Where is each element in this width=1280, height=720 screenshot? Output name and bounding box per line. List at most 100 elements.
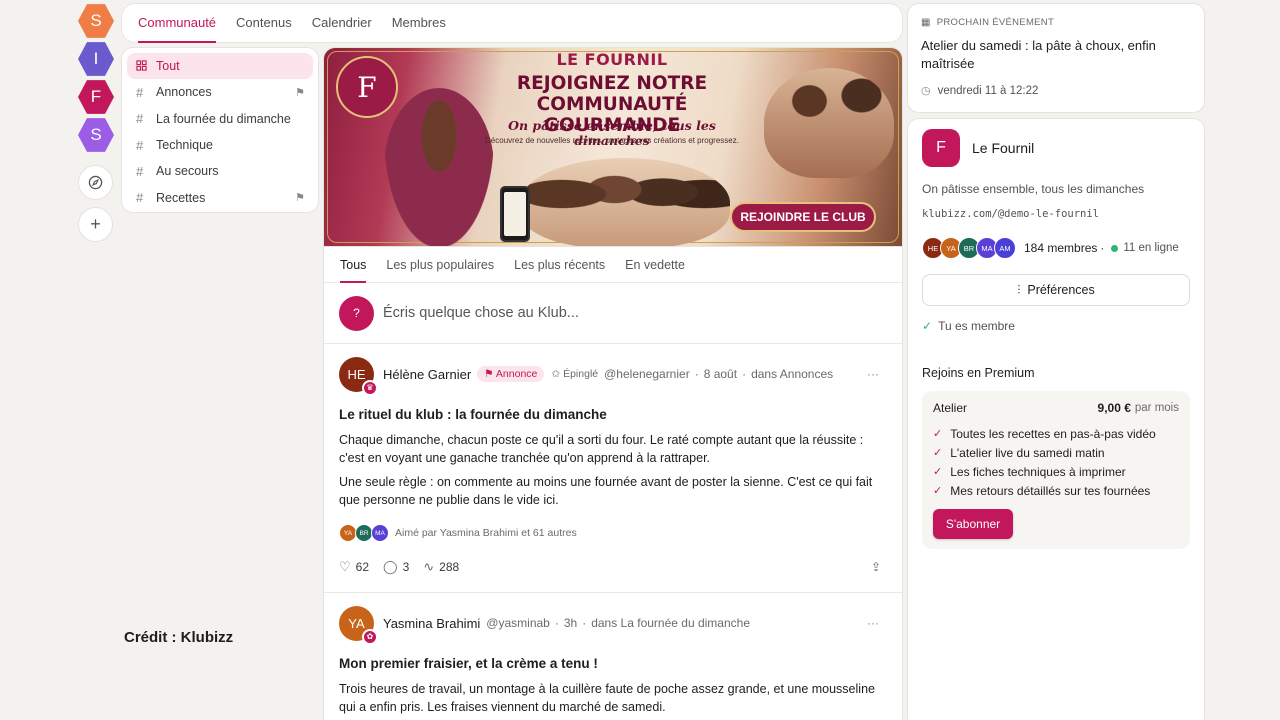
community-switch-s1[interactable]: S bbox=[78, 4, 114, 38]
check-icon: ✓ bbox=[933, 428, 943, 440]
member-count: 184 membres bbox=[1024, 241, 1098, 255]
check-icon: ✓ bbox=[933, 447, 943, 459]
community-switch-f[interactable]: F bbox=[78, 80, 114, 114]
plan-name: Atelier bbox=[933, 401, 968, 415]
subscribe-button[interactable]: S'abonner bbox=[933, 509, 1013, 539]
post-author[interactable]: Hélène Garnier bbox=[383, 367, 471, 382]
event-kicker: ▦ PROCHAIN ÉVÉNEMENT bbox=[921, 17, 1055, 28]
club-url[interactable]: klubizz.com/@demo-le-fournil bbox=[922, 208, 1190, 220]
post-card: YA ✿ Yasmina Brahimi @yasminab · 3h · da… bbox=[324, 593, 902, 716]
premium-heading: Rejoins en Premium bbox=[922, 366, 1035, 380]
feed-tab-tous[interactable]: Tous bbox=[340, 247, 367, 283]
banner-logo: F bbox=[336, 56, 398, 118]
channel-tout[interactable]: Tout bbox=[127, 53, 313, 80]
post-author[interactable]: Yasmina Brahimi bbox=[383, 616, 480, 631]
kitchen-illustration bbox=[764, 68, 894, 178]
channel-technique[interactable]: # Technique bbox=[127, 132, 313, 158]
community-switch-i[interactable]: I bbox=[78, 42, 114, 76]
post-channel[interactable]: dans La fournée du dimanche bbox=[591, 616, 750, 630]
post-date: 8 août bbox=[703, 367, 738, 381]
channel-fournee[interactable]: # La fournée du dimanche bbox=[127, 106, 313, 132]
premium-plan: Atelier 9,00 € par mois ✓ Toutes les rece… bbox=[922, 391, 1190, 549]
tab-communaute[interactable]: Communauté bbox=[138, 3, 217, 43]
add-community-button[interactable]: + bbox=[78, 207, 113, 242]
avatar[interactable]: YA ✿ bbox=[339, 605, 378, 645]
avatar-initials: YA bbox=[348, 615, 365, 631]
list-item: ✓ L'atelier live du samedi matin bbox=[933, 445, 1105, 460]
channel-au-secours[interactable]: # Au secours bbox=[127, 158, 313, 184]
post-composer[interactable]: ? Écris quelque chose au Klub... bbox=[324, 283, 902, 344]
check-icon: ✓ bbox=[933, 466, 943, 478]
share-icon[interactable]: ⇪ bbox=[871, 560, 881, 574]
sliders-icon: ⫶ bbox=[1017, 282, 1021, 297]
banner-brand: LE FOURNIL bbox=[556, 50, 668, 69]
post-channel[interactable]: dans Annonces bbox=[751, 367, 833, 381]
channel-annonces[interactable]: # Annonces ⚑ bbox=[127, 79, 313, 105]
clock-icon: ◷ bbox=[921, 85, 931, 97]
avatar[interactable]: HE ♛ bbox=[339, 356, 378, 396]
megaphone-icon: ⚑ bbox=[295, 192, 305, 205]
post-date: 3h bbox=[563, 616, 578, 630]
list-item: ✓ Les fiches techniques à imprimer bbox=[933, 464, 1126, 479]
likes-summary[interactable]: YA BR MA Aimé par Yasmina Brahimi et 61 … bbox=[339, 524, 887, 542]
preferences-button[interactable]: ⫶ Préférences bbox=[922, 274, 1190, 306]
star-icon: ✿ bbox=[362, 628, 378, 645]
hash-icon: # bbox=[136, 163, 144, 179]
avatar-initials: HE bbox=[347, 366, 366, 382]
post-handle: @yasminab bbox=[486, 616, 550, 630]
join-club-button[interactable]: REJOINDRE LE CLUB bbox=[730, 202, 876, 232]
activity-icon: ∿ bbox=[423, 559, 435, 574]
plan-header: Atelier 9,00 € par mois bbox=[933, 401, 1179, 415]
channel-label: Tout bbox=[156, 59, 180, 74]
tab-membres[interactable]: Membres bbox=[392, 3, 446, 43]
club-name: Le Fournil bbox=[972, 140, 1035, 156]
post-paragraph: Chaque dimanche, chacun poste ce qu'il a… bbox=[339, 433, 864, 465]
event-title: Atelier du samedi : la pâte à choux, enf… bbox=[921, 38, 1156, 71]
banner-subtext: Découvrez de nouvelles recettes, partage… bbox=[485, 136, 739, 145]
announcement-badge: ⚑ Annonce bbox=[477, 366, 545, 382]
event-time: ◷ vendredi 11 à 12:22 bbox=[921, 84, 1039, 98]
hash-icon: # bbox=[136, 137, 144, 153]
separator: · bbox=[694, 367, 699, 381]
plan-price: 9,00 € bbox=[1097, 401, 1131, 415]
channel-recettes[interactable]: # Recettes ⚑ bbox=[127, 184, 313, 210]
explore-button[interactable] bbox=[78, 165, 113, 200]
post-handle: @helenegarnier bbox=[604, 367, 690, 381]
next-event-card[interactable]: ▦ PROCHAIN ÉVÉNEMENT Atelier du samedi :… bbox=[907, 3, 1205, 113]
like-button[interactable]: ♡ 62 bbox=[339, 559, 369, 575]
check-icon: ✓ bbox=[933, 485, 943, 497]
comment-button[interactable]: ◯ 3 bbox=[383, 559, 409, 575]
post-title: Le rituel du klub : la fournée du dimanc… bbox=[339, 407, 607, 422]
members-summary[interactable]: HE YA BR MA AM 184 membres · 11 en ligne bbox=[922, 237, 1190, 259]
channel-label: Au secours bbox=[156, 164, 219, 179]
separator: · bbox=[582, 616, 587, 630]
community-switch-s2[interactable]: S bbox=[78, 118, 114, 152]
feed-tab-vedette[interactable]: En vedette bbox=[625, 247, 685, 283]
online-dot bbox=[1111, 244, 1119, 252]
feed-tab-recents[interactable]: Les plus récents bbox=[514, 247, 605, 283]
top-navigation: Communauté Contenus Calendrier Membres bbox=[121, 3, 903, 43]
plan-features: ✓ Toutes les recettes en pas-à-pas vidéo … bbox=[933, 424, 1179, 500]
crown-icon: ♛ bbox=[362, 379, 378, 396]
megaphone-icon: ⚑ bbox=[295, 86, 305, 99]
more-options-icon[interactable]: ··· bbox=[867, 367, 879, 381]
separator: · bbox=[742, 367, 747, 381]
tab-calendrier[interactable]: Calendrier bbox=[312, 3, 372, 43]
post-paragraph: Trois heures de travail, un montage à la… bbox=[339, 682, 875, 714]
tab-contenus[interactable]: Contenus bbox=[236, 3, 292, 43]
feed-tabs: Tous Les plus populaires Les plus récent… bbox=[324, 247, 902, 283]
comment-icon: ◯ bbox=[383, 559, 398, 574]
composer-placeholder[interactable]: Écris quelque chose au Klub... bbox=[383, 305, 579, 321]
club-info-card: F Le Fournil On pâtisse ensemble, tous l… bbox=[907, 118, 1205, 720]
more-options-icon[interactable]: ··· bbox=[867, 616, 879, 630]
list-item: ✓ Mes retours détaillés sur tes fournées bbox=[933, 483, 1151, 498]
club-logo: F bbox=[922, 129, 960, 167]
feed-tab-populaires[interactable]: Les plus populaires bbox=[386, 247, 494, 283]
check-icon: ✓ bbox=[922, 319, 933, 333]
pinned-label: ✩ Épinglé bbox=[551, 368, 599, 380]
grid-icon bbox=[136, 59, 156, 74]
channel-label: Recettes bbox=[156, 190, 206, 205]
hash-icon: # bbox=[136, 190, 144, 206]
channel-label: La fournée du dimanche bbox=[156, 111, 291, 126]
community-banner: F LE FOURNIL REJOIGNEZ NOTRE COMMUNAUTÉ … bbox=[324, 48, 902, 247]
